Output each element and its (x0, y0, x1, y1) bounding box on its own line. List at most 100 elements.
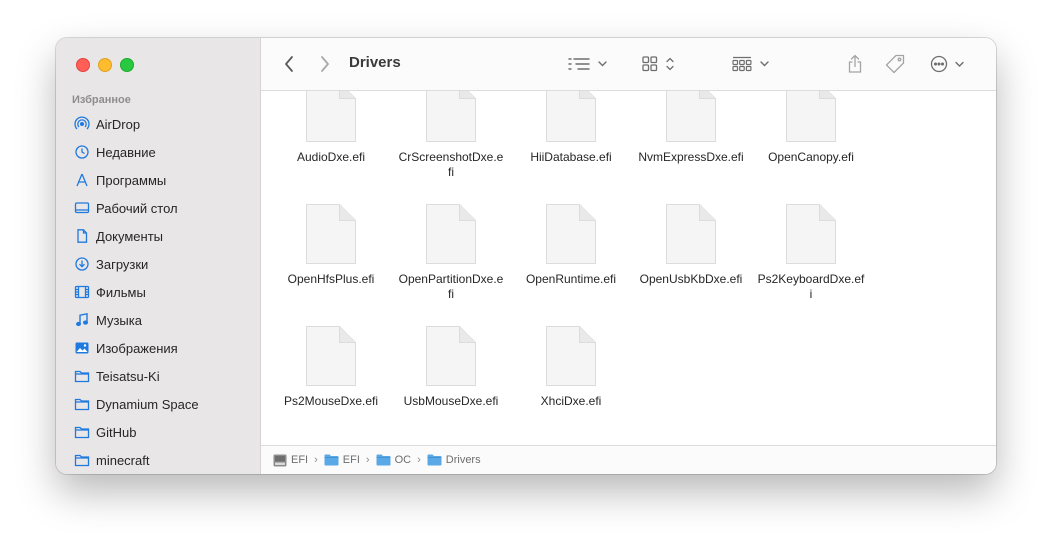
group-icon (732, 56, 769, 72)
path-item-drivers-folder[interactable]: Drivers (427, 454, 481, 466)
close-button[interactable] (76, 58, 90, 72)
back-button[interactable] (279, 52, 299, 76)
file-name: HiiDatabase.efi (530, 150, 612, 164)
folder-icon (324, 454, 339, 466)
action-menu-button[interactable] (929, 52, 969, 76)
document-icon (546, 91, 596, 142)
finder-window: Избранное AirDrop Недавние Программы Раб… (56, 38, 996, 474)
share-button[interactable] (845, 52, 865, 76)
file-name: UsbMouseDxe.efi (403, 394, 499, 408)
sidebar-item-label: GitHub (96, 424, 137, 440)
document-icon (546, 326, 596, 386)
folder-icon (376, 454, 391, 466)
sidebar-item-music[interactable]: Музыка (56, 306, 260, 334)
chevron-right-icon (321, 56, 329, 72)
folder-icon (74, 424, 90, 440)
path-item-label: OC (394, 454, 412, 466)
sidebar-item-desktop[interactable]: Рабочий стол (56, 194, 260, 222)
sidebar-item-teisatsu-ki[interactable]: Teisatsu-Ki (56, 362, 260, 390)
sidebar-item-label: Teisatsu-Ki (96, 368, 160, 384)
file-name: OpenCanopy.efi (768, 150, 854, 164)
minimize-button[interactable] (98, 58, 112, 72)
file-item[interactable]: XhciDxe.efi (515, 325, 627, 409)
sidebar-item-label: Рабочий стол (96, 200, 178, 216)
sidebar-item-documents[interactable]: Документы (56, 222, 260, 250)
path-separator: › (314, 454, 318, 466)
download-icon (74, 256, 90, 272)
tag-icon (885, 54, 905, 74)
document-icon (546, 204, 596, 264)
file-item[interactable]: AudioDxe.efi (275, 91, 387, 165)
zoom-button[interactable] (120, 58, 134, 72)
file-name: CrScreenshotDxe.efi (398, 150, 504, 179)
document-icon (306, 91, 356, 142)
sidebar-item-downloads[interactable]: Загрузки (56, 250, 260, 278)
document-icon (426, 204, 476, 264)
toolbar: Drivers (261, 38, 996, 91)
path-item-efi-folder[interactable]: EFI (324, 454, 360, 466)
list-view-button[interactable] (567, 52, 611, 76)
group-button[interactable] (731, 52, 773, 76)
sidebar-item-github[interactable]: GitHub (56, 418, 260, 446)
sidebar-item-movies[interactable]: Фильмы (56, 278, 260, 306)
file-name: NvmExpressDxe.efi (638, 150, 744, 164)
path-item-label: EFI (342, 454, 360, 466)
tags-button[interactable] (883, 52, 907, 76)
airdrop-icon (74, 116, 90, 132)
file-item[interactable]: OpenRuntime.efi (515, 203, 627, 287)
document-icon (74, 228, 90, 244)
folder-icon (74, 368, 90, 384)
path-item-oc-folder[interactable]: OC (376, 454, 412, 466)
file-item[interactable]: CrScreenshotDxe.efi (395, 91, 507, 180)
path-item-efi-volume[interactable]: EFI (273, 454, 308, 467)
folder-icon (427, 454, 442, 466)
sidebar-item-airdrop[interactable]: AirDrop (56, 110, 260, 138)
sidebar-item-pictures[interactable]: Изображения (56, 334, 260, 362)
file-item[interactable]: UsbMouseDxe.efi (395, 325, 507, 409)
file-name: Ps2MouseDxe.efi (283, 394, 379, 408)
window-controls (76, 58, 134, 72)
path-bar: EFI › EFI › OC › Drivers (261, 445, 996, 474)
file-item[interactable]: OpenHfsPlus.efi (275, 203, 387, 287)
file-grid: AudioDxe.efi CrScreenshotDxe.efi HiiData… (261, 91, 996, 446)
sidebar-item-label: Загрузки (96, 256, 149, 272)
more-icon (930, 55, 964, 73)
sidebar-item-label: Изображения (96, 340, 178, 356)
document-icon (306, 326, 356, 386)
document-icon (426, 326, 476, 386)
path-separator: › (365, 454, 370, 466)
sidebar-item-recents[interactable]: Недавние (56, 138, 260, 166)
file-item[interactable]: OpenUsbKbDxe.efi (635, 203, 747, 287)
sidebar-item-label: Dynamium Space (96, 396, 199, 412)
share-icon (848, 54, 862, 73)
sidebar-item-dynamium-space[interactable]: Dynamium Space (56, 390, 260, 418)
sidebar-item-minecraft[interactable]: minecraft (56, 446, 260, 474)
sidebar-item-label: Программы (96, 172, 167, 188)
file-item[interactable]: NvmExpressDxe.efi (635, 91, 747, 165)
document-icon (786, 204, 836, 264)
film-icon (74, 284, 90, 300)
applications-icon (74, 172, 90, 188)
chevron-left-icon (285, 56, 293, 72)
sidebar-list: AirDrop Недавние Программы Рабочий стол (56, 110, 260, 474)
disk-icon (273, 454, 287, 466)
document-icon (426, 91, 476, 142)
file-item[interactable]: Ps2MouseDxe.efi (275, 325, 387, 409)
sidebar-item-applications[interactable]: Программы (56, 166, 260, 194)
music-icon (74, 312, 90, 328)
file-name: OpenPartitionDxe.efi (398, 272, 504, 301)
grid-view-icon (642, 56, 674, 72)
forward-button[interactable] (315, 52, 335, 76)
file-name: OpenRuntime.efi (525, 272, 617, 286)
file-name: AudioDxe.efi (296, 150, 366, 164)
path-separator: › (417, 454, 421, 466)
file-name: OpenUsbKbDxe.efi (639, 272, 743, 286)
sidebar-item-label: AirDrop (96, 116, 141, 132)
file-item[interactable]: OpenPartitionDxe.efi (395, 203, 507, 302)
file-item[interactable]: OpenCanopy.efi (755, 91, 867, 165)
file-item[interactable]: Ps2KeyboardDxe.efi (755, 203, 867, 302)
icon-view-button[interactable] (641, 52, 681, 76)
file-item[interactable]: HiiDatabase.efi (515, 91, 627, 165)
sidebar-item-label: Фильмы (96, 284, 146, 300)
folder-icon (74, 452, 90, 468)
